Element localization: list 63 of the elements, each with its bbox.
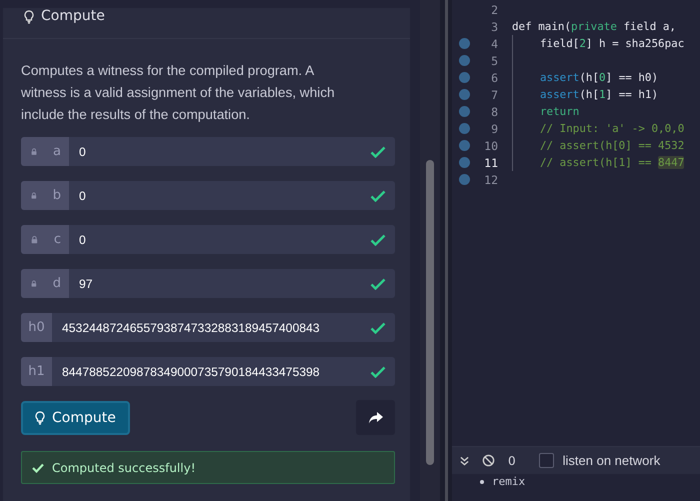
code-line: def main(private field a, [512,20,676,33]
field-label: d [52,276,61,291]
breakpoint-dot[interactable] [459,72,470,83]
list-item: remix [492,475,526,488]
field-value: 84478852209878349000735790184433475398 [61,364,321,378]
breakpoint-dot[interactable] [459,106,470,117]
field-value: 0 [78,188,87,202]
share-button[interactable] [356,400,395,435]
field-label: h1 [28,364,45,379]
breakpoint-dot[interactable] [459,55,470,66]
line-number: 9 [490,122,499,136]
panel-title: Compute [41,8,105,24]
breakpoint-dot[interactable] [459,89,470,100]
field-label: h0 [28,320,45,335]
field-value: 45324487246557938747332883189457400843 [61,320,321,334]
share-icon [368,410,384,424]
breakpoint-dot[interactable] [459,157,470,168]
input-field[interactable]: c 0 [21,225,395,254]
lightbulb-icon [35,410,45,424]
breakpoint-dot[interactable] [459,123,470,134]
line-number: 2 [490,2,499,16]
input-field[interactable]: d 97 [21,269,395,298]
field-label: a [53,144,61,159]
bullet-icon [480,480,484,484]
code-line: assert(h[0] == h0) [539,71,658,84]
input-field[interactable]: h1 84478852209878349000735790184433475398 [21,357,395,386]
breakpoint-dot[interactable] [459,38,470,49]
field-value: 97 [78,276,94,290]
code-line: // assert(h[0] == 4532 [539,139,684,152]
collapse-icon[interactable] [460,456,469,466]
line-number: 3 [490,20,499,34]
clear-icon[interactable] [482,454,495,467]
line-number: 7 [490,88,499,102]
line-number: 8 [490,104,499,118]
description: Computes a witness for the compiled program. A witness is a valid assignment of the variables, which include the results of the computation. [21,62,336,124]
input-field[interactable]: a 0 [21,137,395,166]
code-line: // assert(h[1] == 8447 [539,156,684,169]
log-count: 0 [508,454,516,468]
input-field[interactable]: h0 45324487246557938747332883189457400843 [21,313,395,342]
lightbulb-icon [24,10,34,24]
breakpoint-dot[interactable] [459,140,470,151]
checkbox[interactable] [538,453,554,468]
line-number: 5 [490,54,499,68]
check-icon [32,462,44,472]
field-value: 0 [78,144,87,158]
field-label: b [52,188,61,203]
scrollbar[interactable] [426,160,434,465]
code-line: field[2] h = sha256pac [539,37,684,50]
field-value: 0 [78,232,87,246]
breakpoint-dot[interactable] [459,174,470,185]
code-line: assert(h[1] == h1) [539,88,658,101]
line-number: 6 [490,70,499,84]
line-number: 11 [483,156,499,170]
line-number: 4 [490,36,499,50]
checkbox-label: listen on network [562,453,660,468]
line-number: 10 [483,138,499,152]
line-number: 12 [483,172,499,186]
code-line: return [539,105,580,118]
compute-button[interactable]: Compute [21,400,130,434]
status-text: Computed successfully! [52,460,196,474]
input-field[interactable]: b 0 [21,181,395,210]
field-label: c [54,232,61,247]
code-line: // Input: 'a' -> 0,0,0 [539,122,684,135]
